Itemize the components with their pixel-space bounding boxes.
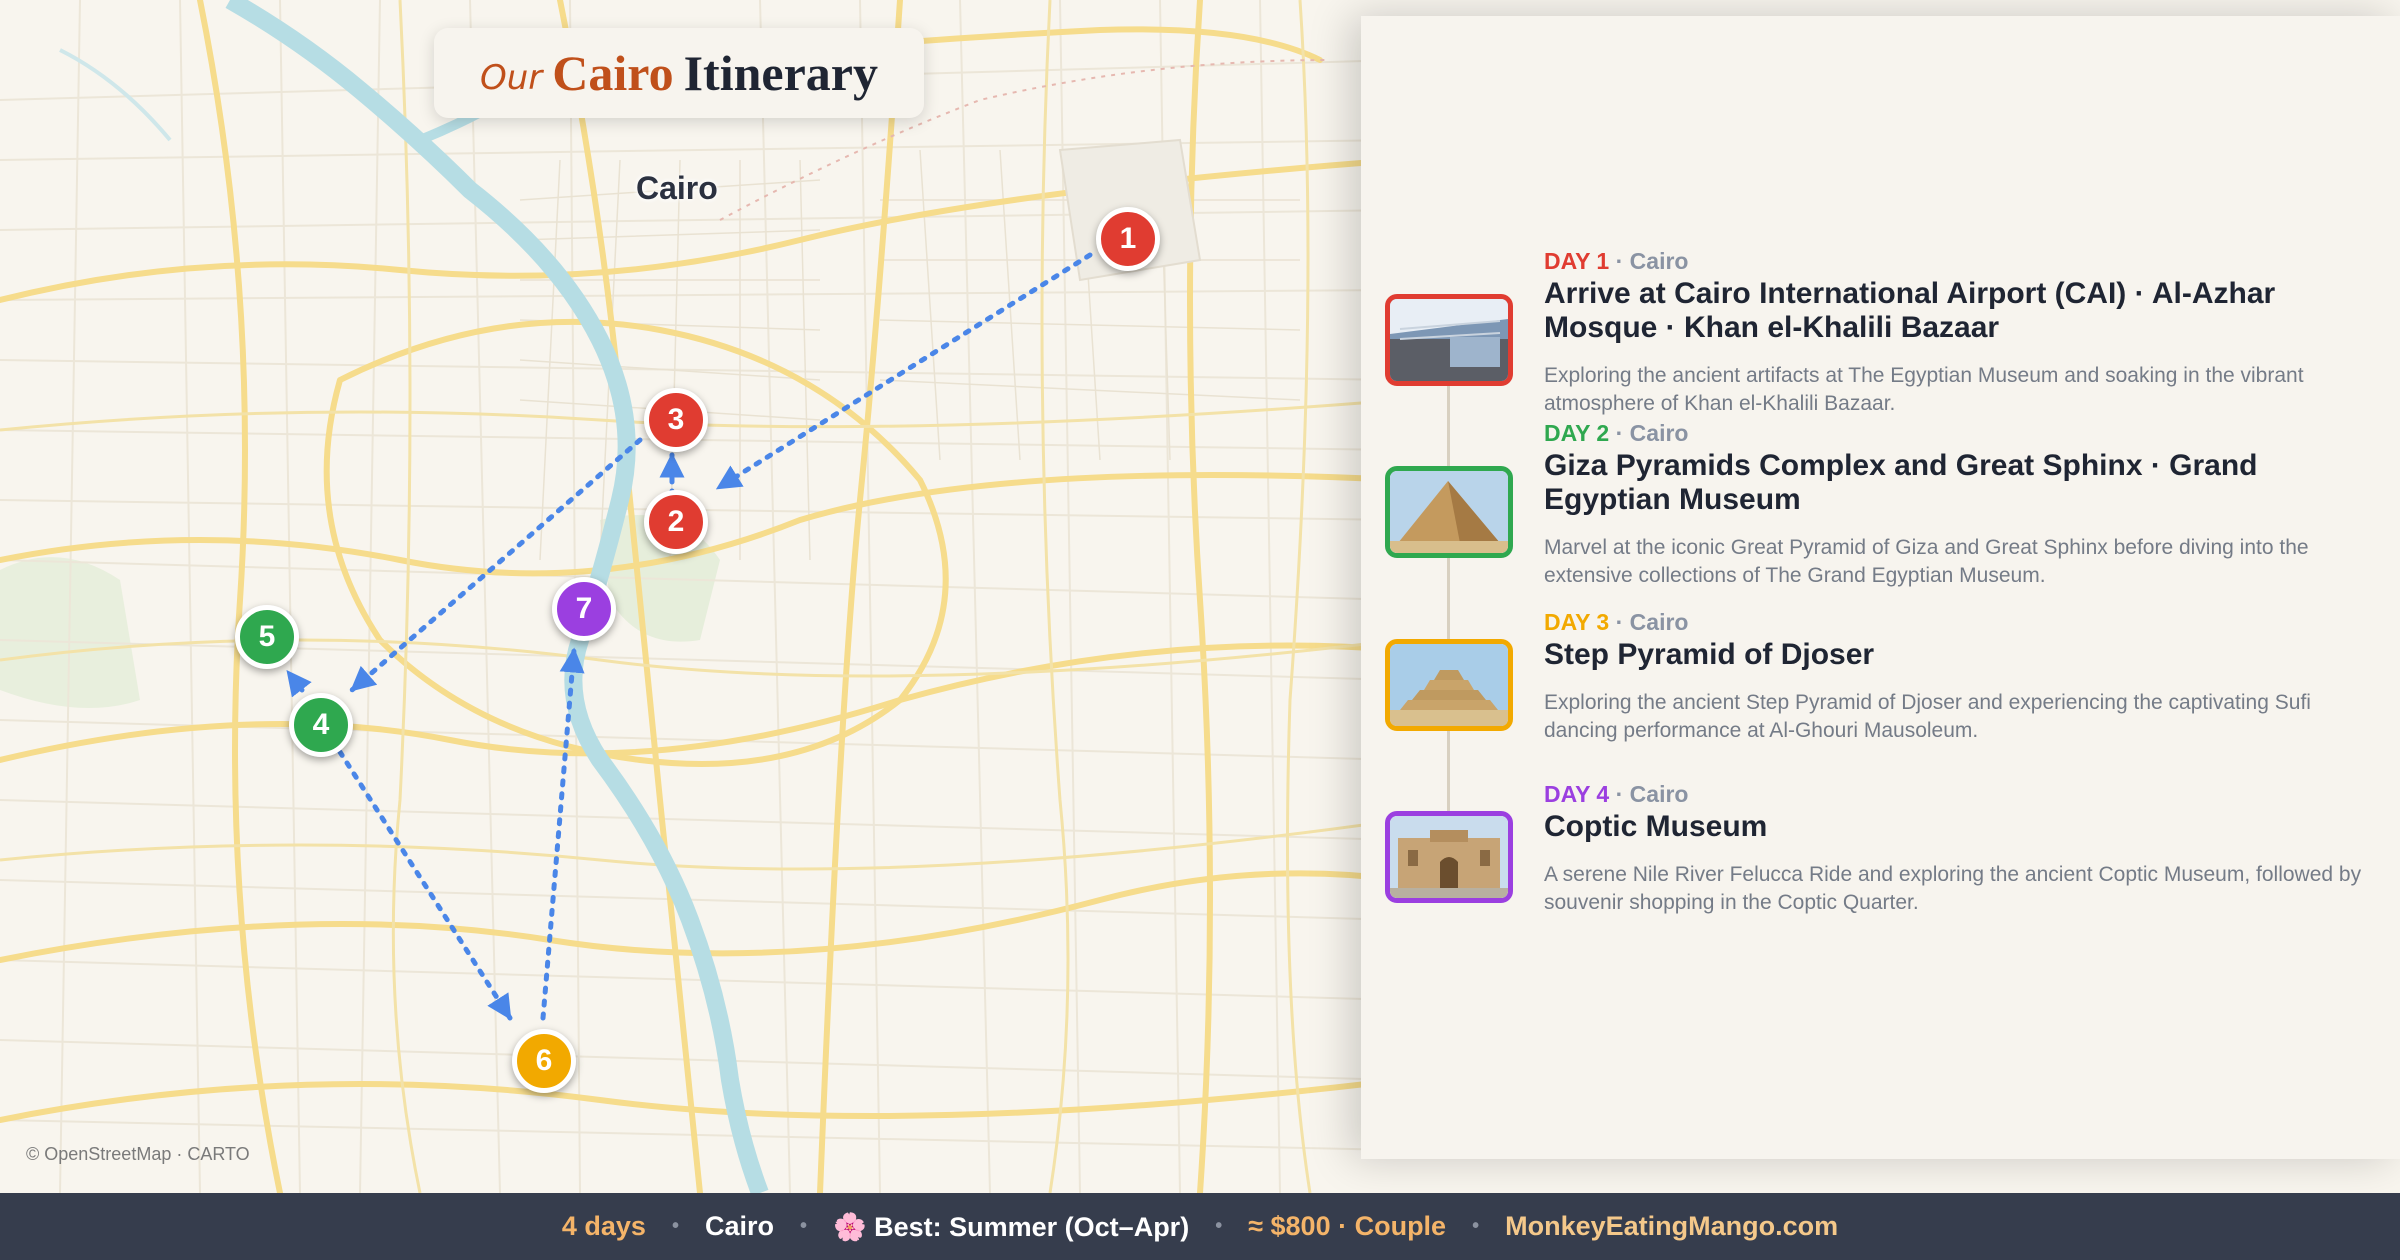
map-city-label: Cairo [636, 170, 718, 206]
route-4-to-6 [337, 749, 513, 1021]
map-marker-1[interactable]: 1 [1096, 207, 1160, 271]
itinerary-panel: DAY 1 · Cairo Arrive at Cairo Internatio… [1361, 16, 2400, 1159]
route-3-to-4 [349, 437, 643, 693]
day-4-label: DAY 4 [1544, 781, 1610, 807]
day-2-label: DAY 2 [1544, 420, 1610, 446]
footer-bar: 4 days • Cairo • 🌸 Best: Summer (Oct–Apr… [0, 1193, 2400, 1260]
day-1-city: Cairo [1629, 248, 1689, 274]
map-marker-5[interactable]: 5 [235, 605, 299, 669]
day-3-label: DAY 3 [1544, 609, 1610, 635]
day-4-heading: DAY 4 · Cairo [1544, 781, 1689, 807]
day-3-city: Cairo [1629, 609, 1689, 635]
footer-separator: • [799, 1215, 807, 1237]
map-marker-4[interactable]: 4 [289, 693, 353, 757]
footer-budget: ≈ $800 · Couple [1248, 1211, 1447, 1241]
day-4-city: Cairo [1629, 781, 1689, 807]
map-attribution[interactable]: © OpenStreetMap · CARTO [26, 1144, 250, 1165]
day-2-title: Giza Pyramids Complex and Great Sphinx ·… [1544, 449, 2258, 516]
footer-separator: • [1472, 1215, 1480, 1237]
day-1-photo [1385, 294, 1513, 386]
day-2-photo [1385, 466, 1513, 558]
footer-site-link[interactable]: MonkeyEatingMango.com [1505, 1211, 1838, 1242]
day-4-photo [1385, 811, 1513, 903]
day-4-desc: A serene Nile River Felucca Ride and exp… [1544, 863, 2362, 914]
day-2-desc: Marvel at the iconic Great Pyramid of Gi… [1544, 536, 2309, 587]
day-1-label: DAY 1 [1544, 248, 1610, 274]
day-3-title: Step Pyramid of Djoser [1544, 638, 1875, 671]
map-marker-7[interactable]: 7 [552, 577, 616, 641]
map-marker-3[interactable]: 3 [644, 388, 708, 452]
title-suffix: Itinerary [683, 45, 878, 101]
day-3-desc: Exploring the ancient Step Pyramid of Dj… [1544, 691, 2311, 742]
day-1-title: Arrive at Cairo International Airport (C… [1544, 277, 2276, 344]
footer-duration: 4 days [561, 1211, 646, 1241]
map-title-card: Our Cairo Itinerary [434, 28, 924, 118]
day-3-heading: DAY 3 · Cairo [1544, 609, 1689, 635]
footer-separator: • [671, 1215, 679, 1237]
day-2-city: Cairo [1629, 420, 1689, 446]
map-marker-6[interactable]: 6 [512, 1029, 576, 1093]
footer-separator: • [1215, 1215, 1223, 1237]
route-1-to-2 [715, 252, 1093, 491]
day-1-heading: DAY 1 · Cairo [1544, 248, 1689, 274]
day-2-heading: DAY 2 · Cairo [1544, 420, 1689, 446]
day-1-desc: Exploring the ancient artifacts at The E… [1544, 364, 2304, 415]
route-4-to-5 [285, 669, 312, 698]
title-city: Cairo [552, 45, 674, 101]
footer-city: Cairo [704, 1211, 774, 1241]
footer-best-season: 🌸 Best: Summer (Oct–Apr) [833, 1211, 1190, 1242]
map-marker-2[interactable]: 2 [644, 490, 708, 554]
day-3-photo [1385, 639, 1513, 731]
title-prefix: Our [480, 58, 543, 98]
day-4-title: Coptic Museum [1544, 810, 1768, 843]
route-6-to-7 [540, 647, 585, 1021]
timeline-line [1447, 316, 1450, 876]
